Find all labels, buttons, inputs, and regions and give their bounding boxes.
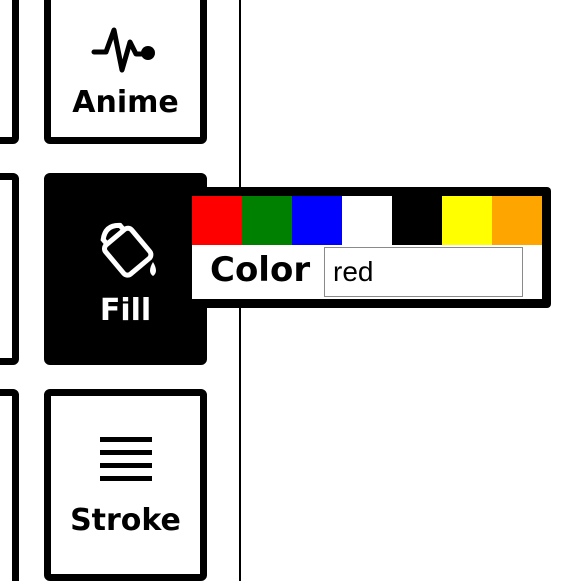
swatch-yellow[interactable] bbox=[442, 196, 492, 245]
pulse-icon bbox=[91, 27, 155, 73]
app-page: Anime Fill Stroke Color red bbox=[0, 0, 581, 581]
color-input-row: Color bbox=[192, 245, 542, 299]
tool-stroke-label: Stroke bbox=[70, 503, 181, 538]
lines-icon bbox=[99, 437, 152, 481]
color-label: Color bbox=[210, 250, 311, 290]
tool-fill-label: Fill bbox=[99, 293, 152, 328]
color-swatches bbox=[192, 196, 542, 245]
tool-anime-button[interactable]: Anime bbox=[44, 0, 207, 144]
tool-tile-partial-bottom[interactable] bbox=[0, 389, 19, 581]
swatch-green[interactable] bbox=[242, 196, 292, 245]
tool-tile-partial-top[interactable] bbox=[0, 0, 19, 144]
swatch-white[interactable] bbox=[342, 196, 392, 245]
tool-anime-label: Anime bbox=[72, 85, 179, 120]
swatch-black[interactable] bbox=[392, 196, 442, 245]
swatch-orange[interactable] bbox=[492, 196, 542, 245]
tool-fill-button[interactable]: Fill bbox=[44, 173, 207, 365]
color-input[interactable] bbox=[324, 247, 523, 297]
tool-stroke-button[interactable]: Stroke bbox=[44, 389, 207, 581]
color-picker-popup: Color bbox=[184, 187, 551, 308]
swatch-red[interactable] bbox=[192, 196, 242, 245]
swatch-blue[interactable] bbox=[292, 196, 342, 245]
paint-bucket-icon bbox=[100, 222, 156, 278]
tool-tile-partial-middle[interactable] bbox=[0, 173, 19, 365]
color-picker-panel: Color bbox=[192, 196, 542, 299]
